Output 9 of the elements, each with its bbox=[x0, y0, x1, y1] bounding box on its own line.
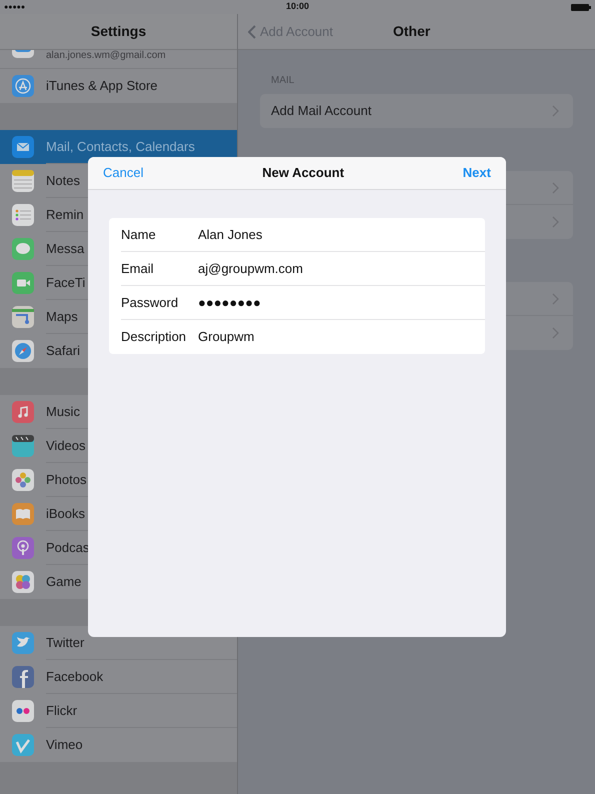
field-label: Password bbox=[121, 294, 180, 312]
detail-title: Other bbox=[393, 22, 430, 41]
dialog-title: New Account bbox=[262, 164, 344, 182]
field-label: Email bbox=[121, 260, 155, 278]
field-label: Description bbox=[121, 328, 188, 346]
field-label: Name bbox=[121, 226, 157, 244]
account-email: alan.jones.wm@gmail.com bbox=[46, 50, 166, 62]
status-time: 10:00 bbox=[286, 0, 310, 14]
sidebar-title: Settings bbox=[90, 22, 146, 41]
